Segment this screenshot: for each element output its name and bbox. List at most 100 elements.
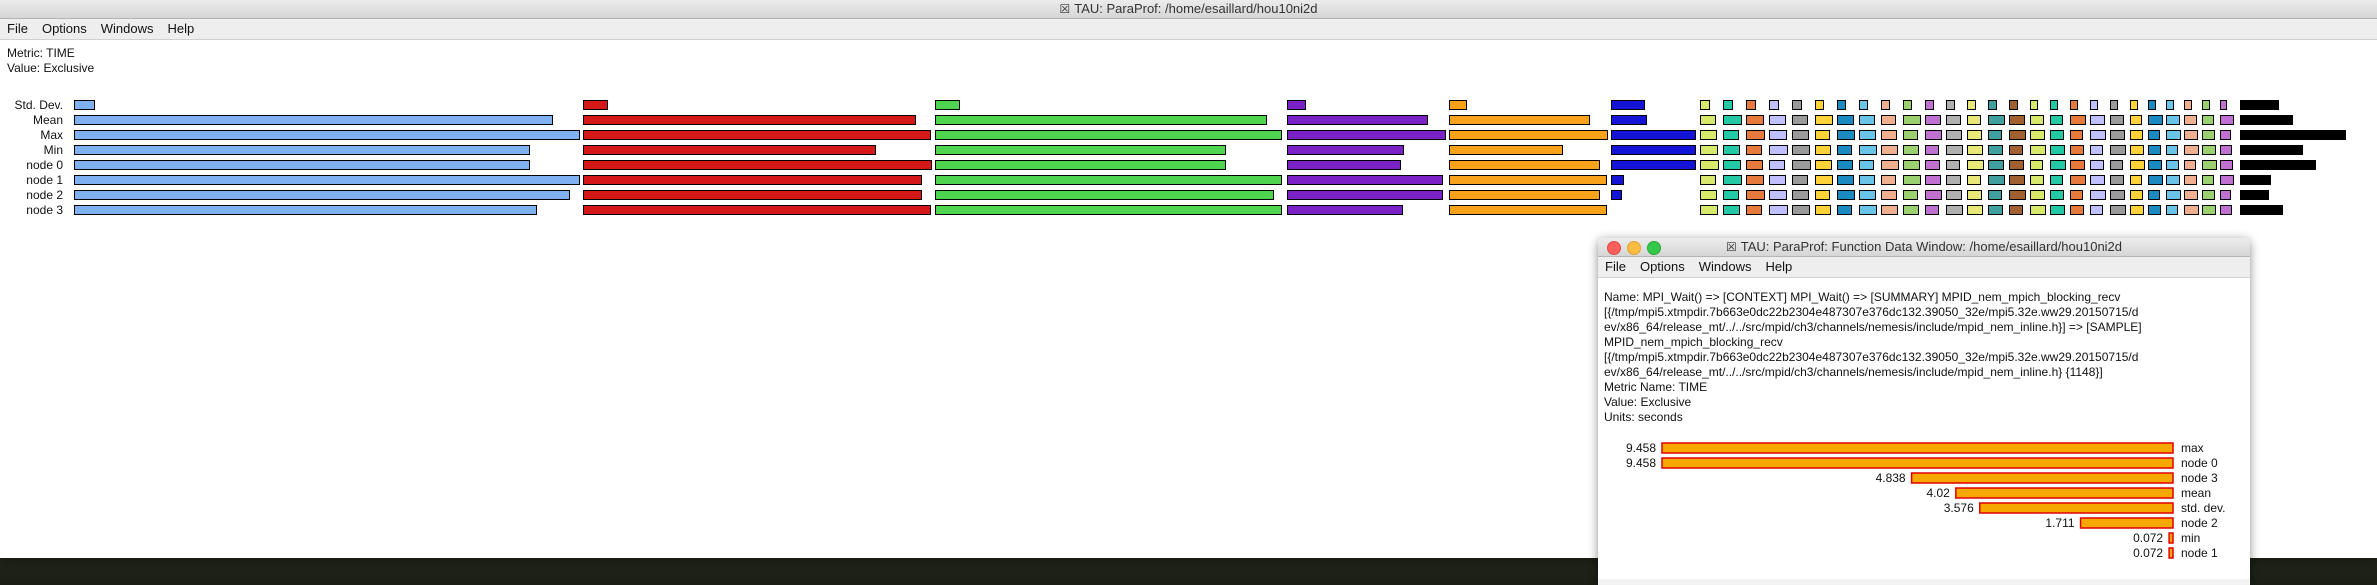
function-bar[interactable] (1881, 145, 1898, 155)
function-bar[interactable] (2148, 160, 2162, 170)
function-bar[interactable] (583, 100, 608, 110)
function-value-bar[interactable] (2079, 517, 2174, 529)
function-bar[interactable] (1449, 145, 1563, 155)
function-bar[interactable] (1881, 160, 1899, 170)
function-bar[interactable] (2240, 160, 2316, 170)
function-bar[interactable] (74, 145, 530, 155)
function-bar[interactable] (2110, 175, 2124, 185)
function-value-bar[interactable] (1910, 472, 2174, 484)
function-bar[interactable] (1988, 145, 2003, 155)
function-bar[interactable] (2240, 190, 2269, 200)
function-bar[interactable] (2166, 100, 2174, 110)
function-bar[interactable] (1988, 175, 2005, 185)
function-bar[interactable] (2050, 190, 2064, 200)
function-bar[interactable] (2166, 160, 2179, 170)
function-bar[interactable] (2009, 100, 2018, 110)
function-bar[interactable] (2030, 205, 2046, 215)
function-bar[interactable] (2220, 130, 2231, 140)
function-bar[interactable] (2110, 160, 2123, 170)
function-bar[interactable] (1449, 130, 1608, 140)
function-bar[interactable] (2070, 175, 2086, 185)
function-bar[interactable] (2050, 115, 2063, 125)
function-bar[interactable] (1792, 160, 1811, 170)
function-bar[interactable] (1925, 160, 1940, 170)
function-bar[interactable] (2050, 100, 2058, 110)
function-bar[interactable] (1859, 160, 1874, 170)
function-bar[interactable] (2009, 205, 2023, 215)
zoom-window-icon[interactable] (1647, 241, 1661, 255)
function-bar[interactable] (1449, 115, 1590, 125)
function-bar[interactable] (1967, 190, 1982, 200)
function-bar[interactable] (1946, 130, 1962, 140)
function-bar[interactable] (2050, 175, 2063, 185)
function-bar[interactable] (1988, 160, 2004, 170)
function-bar[interactable] (1881, 175, 1896, 185)
function-value-bar[interactable] (1661, 442, 2174, 454)
fdw-menu-windows[interactable]: Windows (1692, 257, 1759, 277)
function-bar[interactable] (2220, 205, 2232, 215)
function-bar[interactable] (1449, 190, 1600, 200)
function-bar[interactable] (1746, 130, 1765, 140)
function-bar[interactable] (1449, 205, 1607, 215)
function-bar[interactable] (1967, 205, 1983, 215)
function-bar[interactable] (1925, 190, 1942, 200)
function-bar[interactable] (1449, 175, 1607, 185)
function-bar[interactable] (2166, 145, 2178, 155)
fdw-menu-help[interactable]: Help (1759, 257, 1800, 277)
function-bar[interactable] (1287, 100, 1306, 110)
function-bar[interactable] (1611, 145, 1696, 155)
function-bar[interactable] (935, 115, 1267, 125)
function-bar[interactable] (935, 160, 1226, 170)
function-bar[interactable] (2009, 130, 2026, 140)
function-bar[interactable] (1946, 145, 1963, 155)
function-bar[interactable] (1946, 160, 1960, 170)
function-bar[interactable] (2202, 145, 2216, 155)
function-bar[interactable] (1700, 100, 1710, 110)
function-bar[interactable] (935, 205, 1282, 215)
function-bar[interactable] (2148, 145, 2161, 155)
function-bar[interactable] (1792, 205, 1810, 215)
function-bar[interactable] (2220, 145, 2232, 155)
function-bar[interactable] (1723, 115, 1742, 125)
function-bar[interactable] (1287, 130, 1446, 140)
function-bar[interactable] (1837, 160, 1853, 170)
function-bar[interactable] (1611, 190, 1622, 200)
function-bar[interactable] (2166, 205, 2178, 215)
function-bar[interactable] (1837, 190, 1855, 200)
function-bar[interactable] (2166, 115, 2180, 125)
function-bar[interactable] (1946, 100, 1955, 110)
function-bar[interactable] (2184, 190, 2198, 200)
function-bar[interactable] (1946, 115, 1961, 125)
function-bar[interactable] (583, 145, 876, 155)
function-bar[interactable] (1287, 205, 1403, 215)
function-bar[interactable] (1769, 175, 1786, 185)
function-bar[interactable] (2090, 130, 2106, 140)
function-value-bar[interactable] (1955, 487, 2174, 499)
function-bar[interactable] (1925, 205, 1939, 215)
function-bar[interactable] (2110, 130, 2125, 140)
function-bar[interactable] (1769, 115, 1786, 125)
function-bar[interactable] (1903, 160, 1920, 170)
function-bar[interactable] (2050, 205, 2065, 215)
function-bar[interactable] (1287, 190, 1443, 200)
function-bar[interactable] (2166, 175, 2180, 185)
function-bar[interactable] (935, 175, 1282, 185)
function-bar[interactable] (1700, 160, 1719, 170)
function-bar[interactable] (1769, 100, 1779, 110)
function-bar[interactable] (1837, 130, 1855, 140)
function-bar[interactable] (2240, 145, 2303, 155)
function-bar[interactable] (1988, 190, 2002, 200)
function-bar[interactable] (2090, 115, 2105, 125)
function-bar[interactable] (2110, 190, 2125, 200)
function-bar[interactable] (1611, 160, 1696, 170)
function-bar[interactable] (2030, 160, 2043, 170)
function-bar[interactable] (1792, 145, 1810, 155)
function-bar[interactable] (1746, 160, 1763, 170)
function-bar[interactable] (583, 130, 931, 140)
function-bar[interactable] (74, 130, 580, 140)
function-bar[interactable] (2184, 100, 2192, 110)
function-bar[interactable] (1287, 145, 1404, 155)
function-bar[interactable] (2184, 160, 2196, 170)
function-bar[interactable] (2090, 160, 2104, 170)
function-bar[interactable] (2148, 115, 2163, 125)
